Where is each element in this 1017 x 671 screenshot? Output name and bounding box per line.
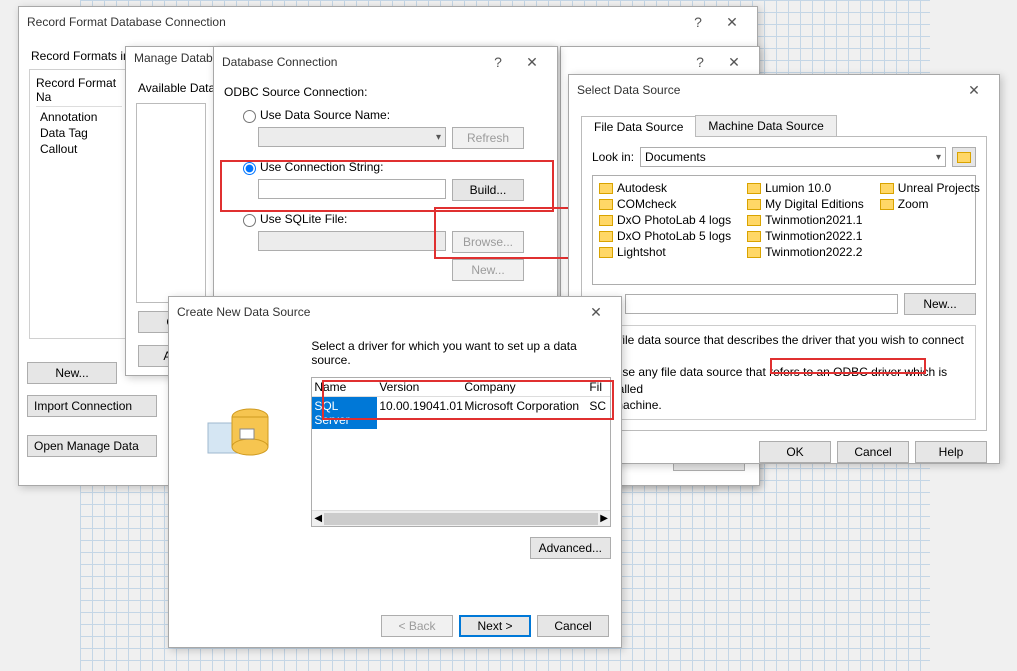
driver-version: 10.00.19041.01 — [377, 397, 462, 429]
driver-name: SQL Server — [312, 397, 377, 429]
folder-icon — [880, 183, 894, 194]
file-item[interactable]: Autodesk — [597, 180, 733, 196]
cancel-button[interactable]: Cancel — [837, 441, 909, 463]
file-item[interactable]: Unreal Projects — [878, 180, 982, 196]
lookin-label: Look in: — [592, 150, 634, 164]
file-item[interactable]: My Digital Editions — [745, 196, 866, 212]
folder-icon — [599, 183, 613, 194]
new-button[interactable]: New... — [452, 259, 524, 281]
file-item[interactable]: DxO PhotoLab 4 logs — [597, 212, 733, 228]
close-icon[interactable]: ✕ — [717, 51, 751, 73]
use-sqlite-radio[interactable] — [243, 214, 256, 227]
file-item[interactable]: Lightshot — [597, 244, 733, 260]
browse-button[interactable]: Browse... — [452, 231, 524, 253]
file-item[interactable]: Twinmotion2022.2 — [745, 244, 866, 260]
titlebar: Record Format Database Connection ? ✕ — [19, 7, 757, 37]
dsn-name-input[interactable] — [625, 294, 898, 314]
use-dsn-radio[interactable] — [243, 110, 256, 123]
h-scrollbar[interactable]: ◀ ▶ — [312, 510, 610, 526]
wizard-graphic — [179, 339, 301, 589]
folder-icon — [599, 199, 613, 210]
help-button[interactable]: Help — [915, 441, 987, 463]
record-format-list[interactable]: Annotation Data Tag Callout — [36, 109, 122, 157]
file-item[interactable]: Zoom — [878, 196, 982, 212]
file-list[interactable]: Autodesk COMcheck DxO PhotoLab 4 logs Dx… — [592, 175, 976, 285]
window-title: Database Connection — [222, 55, 337, 69]
database-connection-window: Database Connection ? ✕ ODBC Source Conn… — [213, 46, 558, 306]
close-icon[interactable]: ✕ — [715, 11, 749, 33]
window-title: Create New Data Source — [177, 305, 310, 319]
use-sqlite-label: Use SQLite File: — [260, 212, 347, 226]
create-new-data-source-window: Create New Data Source ✕ Select a driver… — [168, 296, 622, 648]
cancel-button[interactable]: Cancel — [537, 615, 609, 637]
up-folder-button[interactable] — [952, 147, 976, 167]
folder-icon — [599, 231, 613, 242]
file-item[interactable]: Lumion 10.0 — [745, 180, 866, 196]
list-item[interactable]: Data Tag — [36, 125, 122, 141]
use-dsn-label: Use Data Source Name: — [260, 108, 390, 122]
next-button[interactable]: Next > — [459, 615, 531, 637]
help-icon[interactable]: ? — [681, 11, 715, 33]
open-manage-button[interactable]: Open Manage Data — [27, 435, 157, 457]
driver-list[interactable]: Name Version Company Fil SQL Server 10.0… — [311, 377, 611, 527]
folder-icon — [599, 247, 613, 258]
folder-icon — [747, 215, 761, 226]
dsn-combo[interactable]: ▾ — [258, 127, 446, 147]
window-title: Record Format Database Connection — [27, 15, 226, 29]
folder-icon — [747, 247, 761, 258]
wizard-prompt: Select a driver for which you want to se… — [311, 339, 611, 367]
list-item[interactable]: Callout — [36, 141, 122, 157]
advanced-button[interactable]: Advanced... — [530, 537, 611, 559]
use-connection-string-radio[interactable] — [243, 162, 256, 175]
col-version[interactable]: Version — [377, 378, 462, 396]
folder-icon — [880, 199, 894, 210]
window-title: Select Data Source — [577, 83, 680, 97]
close-icon[interactable]: ✕ — [957, 79, 991, 101]
sqlite-input — [258, 231, 446, 251]
file-item[interactable]: Twinmotion2022.1 — [745, 228, 866, 244]
ok-button[interactable]: OK — [759, 441, 831, 463]
col-company[interactable]: Company — [462, 378, 587, 396]
connection-string-input[interactable] — [258, 179, 446, 199]
select-data-source-window: Select Data Source ✕ File Data Source Ma… — [568, 74, 1000, 464]
help-text: the file data source that describes the … — [592, 325, 976, 420]
refresh-button[interactable]: Refresh — [452, 127, 524, 149]
import-connection-button[interactable]: Import Connection — [27, 395, 157, 417]
help-icon[interactable]: ? — [683, 51, 717, 73]
build-button[interactable]: Build... — [452, 179, 524, 201]
driver-row-selected[interactable]: SQL Server 10.00.19041.01 Microsoft Corp… — [312, 397, 610, 429]
file-item[interactable]: COMcheck — [597, 196, 733, 212]
close-icon[interactable]: ✕ — [579, 301, 613, 323]
new-button[interactable]: New... — [27, 362, 117, 384]
file-item[interactable]: Twinmotion2021.1 — [745, 212, 866, 228]
tab-machine-data-source[interactable]: Machine Data Source — [695, 115, 836, 136]
tab-file-data-source[interactable]: File Data Source — [581, 116, 696, 137]
section-label: ODBC Source Connection: — [224, 85, 547, 99]
back-button[interactable]: < Back — [381, 615, 453, 637]
tab-strip: File Data Source Machine Data Source — [581, 115, 987, 137]
folder-icon — [747, 183, 761, 194]
folder-icon — [599, 215, 613, 226]
lookin-combo[interactable]: Documents▾ — [640, 147, 946, 167]
driver-file: SC — [587, 397, 610, 429]
file-item[interactable]: DxO PhotoLab 5 logs — [597, 228, 733, 244]
col-file[interactable]: Fil — [587, 378, 610, 396]
close-icon[interactable]: ✕ — [515, 51, 549, 73]
folder-icon — [747, 199, 761, 210]
folder-icon — [747, 231, 761, 242]
window-title: Manage Databa — [134, 51, 219, 65]
col-name[interactable]: Name — [312, 378, 377, 396]
list-item[interactable]: Annotation — [36, 109, 122, 125]
driver-company: Microsoft Corporation — [462, 397, 587, 429]
help-icon[interactable]: ? — [481, 51, 515, 73]
use-cs-label: Use Connection String: — [260, 160, 383, 174]
new-button[interactable]: New... — [904, 293, 976, 315]
column-header: Record Format Na — [36, 76, 122, 107]
